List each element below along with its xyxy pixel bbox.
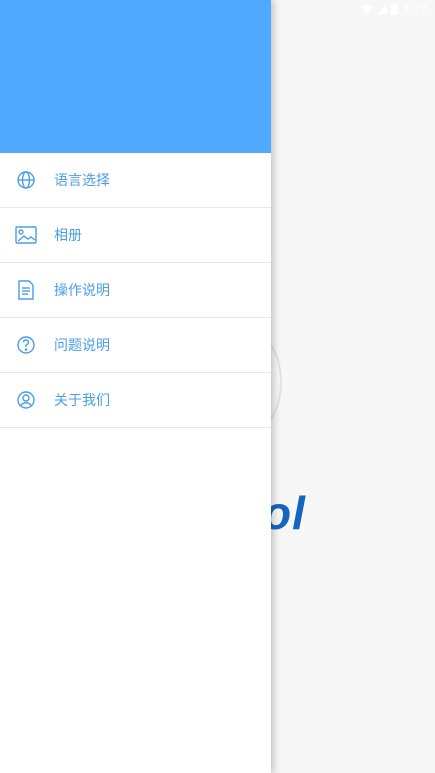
question-icon (14, 333, 38, 357)
status-time: 3:27 (402, 2, 427, 16)
menu-label-album: 相册 (54, 228, 82, 244)
menu-item-language[interactable]: 语言选择 (0, 153, 271, 208)
menu-label-faq: 问题说明 (54, 338, 110, 354)
document-icon (14, 278, 38, 302)
image-icon (14, 223, 38, 247)
menu-item-about[interactable]: 关于我们 (0, 373, 271, 428)
signal-icon (377, 4, 388, 14)
menu-label-language: 语言选择 (54, 173, 110, 189)
menu-label-about: 关于我们 (54, 393, 110, 409)
user-icon (14, 388, 38, 412)
menu-item-instructions[interactable]: 操作说明 (0, 263, 271, 318)
battery-icon (391, 3, 399, 15)
wifi-icon (361, 4, 374, 14)
menu-item-album[interactable]: 相册 (0, 208, 271, 263)
drawer-header (0, 0, 271, 153)
navigation-drawer: 语言选择 相册 操作说明 问题说明 关于我们 (0, 0, 271, 773)
globe-icon (14, 168, 38, 192)
menu-label-instructions: 操作说明 (54, 283, 110, 299)
menu-item-faq[interactable]: 问题说明 (0, 318, 271, 373)
